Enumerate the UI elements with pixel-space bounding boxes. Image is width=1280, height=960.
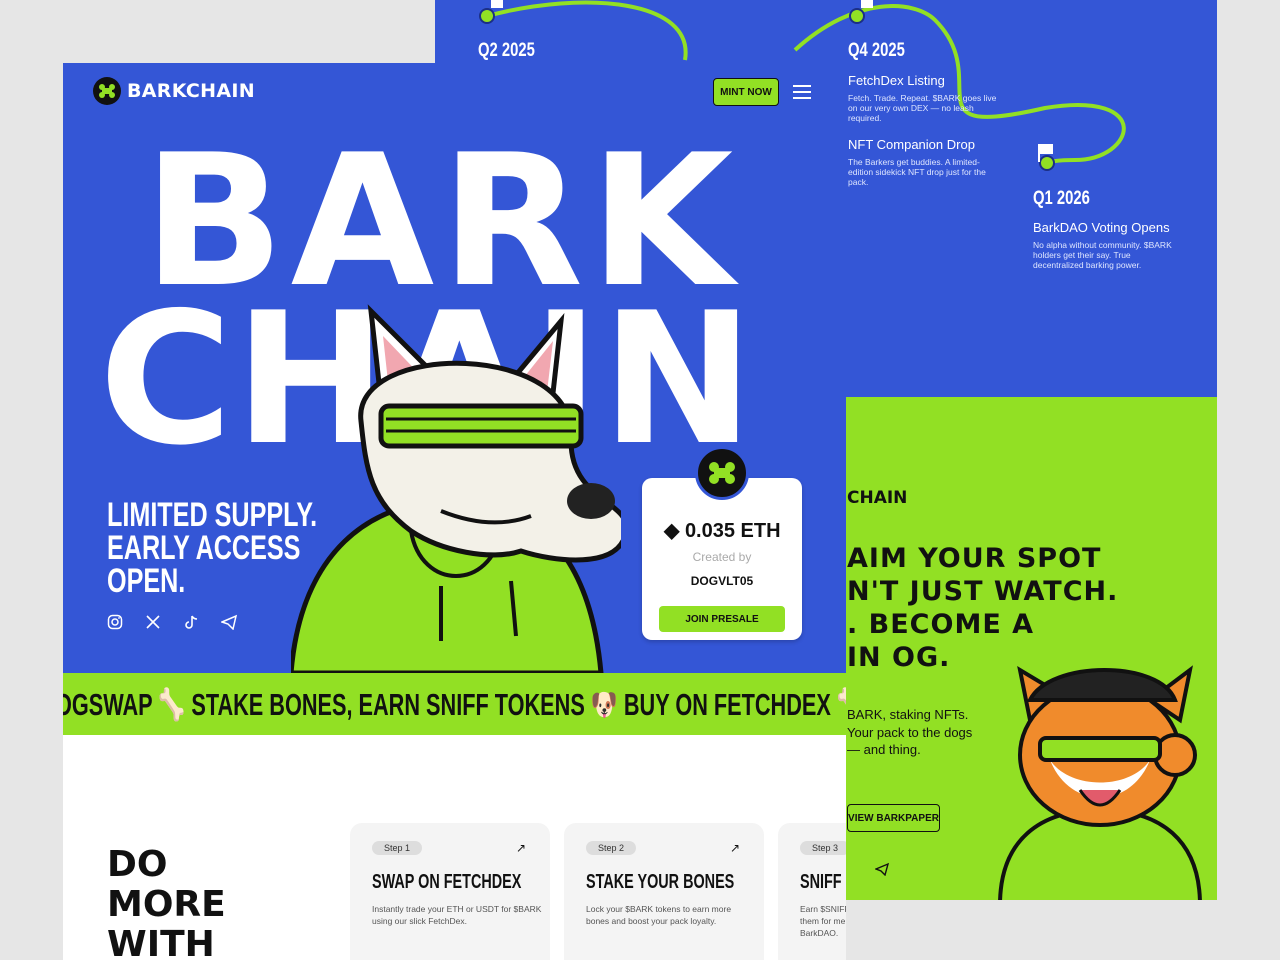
step-title: SWAP ON FETCHDEX [372,871,522,893]
step-desc: Earn $SNIFF them for me BarkDAO. [800,904,846,938]
step-desc: Instantly trade your ETH or USDT for $BA… [372,904,542,926]
heading-line: DO [107,844,168,885]
join-presale-button[interactable]: JOIN PRESALE [659,606,785,632]
step-card[interactable]: Step 2 ↗ STAKE YOUR BONES Lock your $BAR… [564,823,764,960]
step-card[interactable]: Step 1 ↗ SWAP ON FETCHDEX Instantly trad… [350,823,550,960]
bone-icon [695,446,749,500]
creator-name: DOGVLT05 [690,574,754,588]
x-twitter-icon[interactable] [145,614,161,630]
milestone-desc: Fetch. Trade. Repeat. $BARK goes live on… [848,93,997,123]
corgi-illustration [998,665,1202,900]
milestone-desc: No alpha without community. $BARK holder… [1033,240,1172,270]
social-links [107,614,237,630]
telegram-icon[interactable] [875,862,889,876]
hero-tagline: LIMITED SUPPLY. EARLY ACCESS OPEN. [107,496,318,600]
instagram-icon[interactable] [107,614,123,630]
step-number: Step 1 [372,841,423,855]
milestone-title: NFT Companion Drop [848,137,975,152]
og-description: BARK, staking NFTs. Your pack to the dog… [847,707,973,757]
step-title: STAKE YOUR BONES [586,871,735,893]
hero-section: BARKCHAIN MINT NOW BARK CHAIN LIMITED SU… [63,63,846,673]
step-number: Step 2 [586,841,637,855]
step-card[interactable]: Step 3 SNIFF O Earn $SNIFF them for me B… [778,823,846,960]
logo[interactable]: BARKCHAIN [93,77,255,105]
milestone-desc: The Barkers get buddies. A limited-editi… [848,157,986,187]
heading-line: WITH [107,924,215,960]
do-more-heading: DO MORE WITH [107,845,226,960]
arrow-up-right-icon[interactable]: ↗ [730,841,740,855]
quarter-label: Q1 2026 [1033,188,1090,209]
milestone-title: BarkDAO Voting Opens [1033,220,1170,235]
price-value: ◆ 0.035 ETH [664,518,781,543]
mint-now-button[interactable]: MINT NOW [713,78,779,106]
ticker-text: OGSWAP 🦴 STAKE BONES, EARN SNIFF TOKENS … [63,687,846,722]
hamburger-menu-icon[interactable] [793,85,811,99]
price-text: 0.035 ETH [684,520,781,542]
tiktok-icon[interactable] [183,614,199,630]
quarter-label: Q4 2025 [848,40,905,61]
created-by-label: Created by [692,550,752,564]
og-social-icons [847,862,889,876]
marquee-ticker: OGSWAP 🦴 STAKE BONES, EARN SNIFF TOKENS … [63,673,846,735]
dog-mascot-illustration [291,304,621,673]
og-brand: CHAIN [847,488,908,508]
milestone-title: FetchDex Listing [848,73,945,88]
telegram-icon[interactable] [221,614,237,630]
logo-text: BARKCHAIN [127,80,255,102]
og-headline-line: AIM YOUR SPOT [847,543,1102,574]
landing-page: BARKCHAIN MINT NOW BARK CHAIN LIMITED SU… [63,63,846,960]
og-headline: AIM YOUR SPOT N'T JUST WATCH. . BECOME A… [847,542,1118,674]
heading-line: MORE [107,884,226,925]
og-headline-line: N'T JUST WATCH. [847,576,1119,607]
presale-price-card: ◆ 0.035 ETH Created by DOGVLT05 JOIN PRE… [642,478,802,640]
ethereum-icon: ◆ [664,520,685,542]
view-barkpaper-button[interactable]: VIEW BARKPAPER [847,804,940,832]
step-number: Step 3 [800,841,846,855]
og-headline-line: . BECOME A [847,609,1035,640]
bone-icon [93,77,121,105]
step-title: SNIFF O [800,871,846,893]
step-desc: Lock your $BARK tokens to earn more bone… [586,904,732,926]
quarter-label: Q2 2025 [478,40,535,61]
arrow-up-right-icon[interactable]: ↗ [516,841,526,855]
